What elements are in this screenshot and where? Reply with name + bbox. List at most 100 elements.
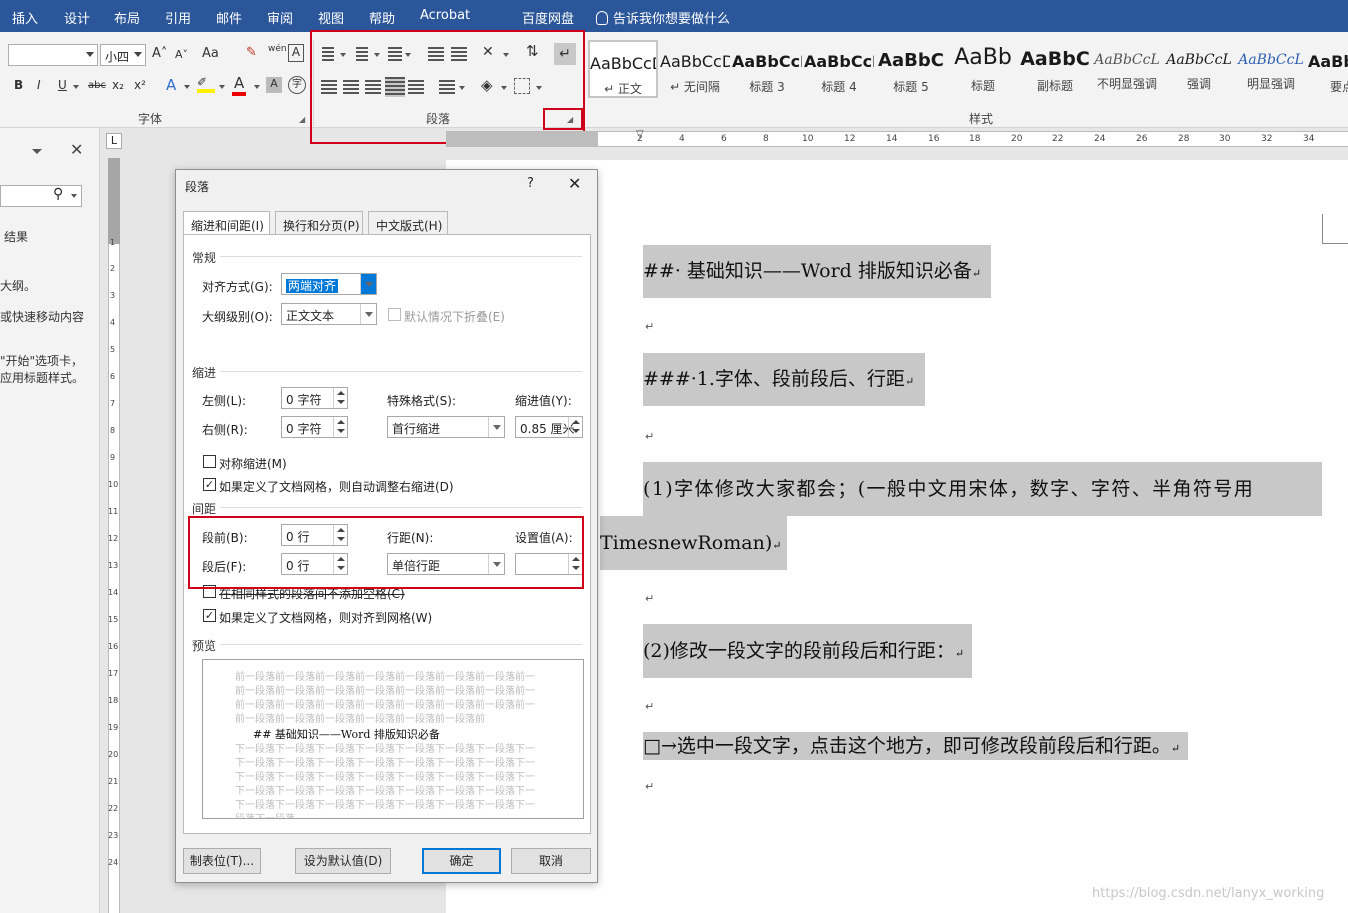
doc-paragraph-2[interactable]: (2)修改一段文字的段前段后和行距：↵ (643, 624, 973, 678)
style-subtitle[interactable]: AaBbC 副标题 (1020, 40, 1090, 98)
close-icon[interactable]: ✕ (70, 140, 83, 159)
menu-view[interactable]: 视图 (318, 8, 344, 27)
chevron-down-icon[interactable] (219, 85, 225, 89)
ruler-tick: 18 (969, 134, 981, 144)
collapse-checkbox[interactable] (388, 308, 401, 321)
alignment-select[interactable]: 两端对齐 (281, 273, 377, 295)
divider (220, 371, 582, 372)
tab-selector[interactable]: L (106, 133, 122, 149)
paragraph-mark: ↵ (645, 780, 655, 793)
nav-search-input[interactable]: ⚲ (0, 185, 82, 207)
style-no-spacing[interactable]: AaBbCcD ↵ 无间隔 (660, 40, 730, 98)
ruler-tick: 2 (637, 134, 643, 144)
style-heading-5[interactable]: AaBbC 标题 5 (876, 40, 946, 98)
ruler-tick: 18 (108, 696, 119, 705)
close-button[interactable]: ✕ (568, 174, 581, 193)
change-case-button[interactable]: Aa (202, 46, 219, 61)
ok-button[interactable]: 确定 (422, 848, 501, 874)
char-border-button[interactable]: A (288, 44, 304, 62)
chevron-down-icon[interactable] (32, 149, 42, 154)
margin-corner (1322, 214, 1348, 244)
ribbon: 小四 A˄ A˅ Aa ✎ wén A B I U abc x₂ x² A ✐ … (0, 32, 1348, 128)
font-name-combo[interactable] (8, 44, 98, 66)
mirror-indents-checkbox[interactable] (203, 455, 216, 468)
style-heading-3[interactable]: AaBbCcI 标题 3 (732, 40, 802, 98)
chevron-down-icon[interactable] (360, 274, 376, 294)
italic-button[interactable]: I (37, 78, 41, 92)
strikethrough-button[interactable]: abc (88, 80, 106, 91)
style-intense-emphasis[interactable]: AaBbCcL 明显强调 (1236, 40, 1306, 98)
menu-help[interactable]: 帮助 (369, 8, 395, 27)
doc-paragraph-3[interactable]: □→选中一段文字，点击这个地方，即可修改段前段后和行距。↵ (643, 732, 1189, 760)
doc-paragraph-1-line-2[interactable]: TimesnewRoman)↵ (600, 516, 788, 570)
indent-by-input[interactable]: 0.85 厘米 (515, 416, 583, 438)
search-icon[interactable]: ⚲ (53, 186, 63, 202)
left-indent-input[interactable]: 0 字符 (281, 387, 348, 409)
outline-level-select[interactable]: 正文文本 (281, 303, 377, 325)
enclose-char-button[interactable]: 字 (288, 76, 306, 94)
grow-font-button[interactable]: A˄ (152, 46, 167, 61)
auto-adjust-indent-label: 如果定义了文档网格，则自动调整右缩进(D) (219, 480, 454, 494)
tab-asian-typography[interactable]: 中文版式(H) (368, 211, 448, 235)
shrink-font-button[interactable]: A˅ (175, 48, 188, 61)
bold-button[interactable]: B (14, 78, 23, 92)
auto-adjust-indent-checkbox[interactable]: ✓ (203, 478, 216, 491)
tabs-button[interactable]: 制表位(T)... (183, 848, 261, 874)
doc-paragraph-1-line-1[interactable]: (1)字体修改大家都会；(一般中文用宋体，数字、字符、半角符号用 (643, 462, 1322, 516)
menu-acrobat[interactable]: Acrobat (420, 8, 470, 23)
nav-results-label[interactable]: 结果 (4, 228, 28, 245)
spinner-icon[interactable] (333, 388, 347, 408)
menu-insert[interactable]: 插入 (12, 8, 38, 27)
tab-line-page-breaks[interactable]: 换行和分页(P) (275, 211, 363, 235)
subscript-button[interactable]: x₂ (112, 78, 124, 92)
style-heading-4[interactable]: AaBbCcD 标题 4 (804, 40, 874, 98)
char-shading-icon[interactable]: A (266, 77, 282, 93)
phonetic-guide-button[interactable]: wén (268, 44, 287, 54)
tab-indents-spacing[interactable]: 缩进和间距(I) (183, 211, 270, 236)
ruler-tick: 21 (108, 777, 119, 786)
ruler-tick: 4 (110, 318, 116, 327)
doc-heading-3[interactable]: ###·1.字体、段前段后、行距↵ (643, 353, 925, 406)
font-color-button[interactable]: A (232, 74, 247, 96)
style-emphasis[interactable]: AaBbCcL 强调 (1164, 40, 1234, 98)
menu-references[interactable]: 引用 (165, 8, 191, 27)
highlight-icon[interactable]: ✐ (197, 75, 215, 93)
tell-me-box[interactable]: 告诉我你想要做什么 (596, 8, 730, 27)
text-effects-button[interactable]: A (166, 76, 176, 94)
menu-design[interactable]: 设计 (64, 8, 90, 27)
ruler-tick: 19 (108, 723, 119, 732)
font-dialog-launcher-icon[interactable]: ◢ (299, 115, 305, 124)
spinner-icon[interactable] (333, 417, 347, 437)
chevron-down-icon[interactable] (254, 85, 260, 89)
doc-heading-2[interactable]: ##· 基础知识——Word 排版知识必备↵ (643, 245, 992, 298)
chevron-down-icon[interactable] (360, 304, 376, 324)
special-indent-select[interactable]: 首行缩进 (387, 416, 505, 438)
underline-button[interactable]: U (58, 78, 67, 92)
chevron-down-icon[interactable] (184, 85, 190, 89)
style-strong[interactable]: AaBb 要点 (1308, 40, 1348, 98)
right-indent-input[interactable]: 0 字符 (281, 416, 348, 438)
clear-format-icon[interactable]: ✎ (246, 45, 257, 60)
chevron-down-icon[interactable] (73, 85, 79, 89)
nav-hint-line-4: 应用标题样式。 (0, 371, 85, 385)
menu-baidu-netdisk[interactable]: 百度网盘 (522, 8, 574, 27)
superscript-button[interactable]: x² (134, 78, 146, 92)
chevron-down-icon[interactable] (71, 194, 77, 198)
cancel-button[interactable]: 取消 (511, 848, 591, 874)
menu-mailings[interactable]: 邮件 (216, 8, 242, 27)
nav-hint-line-3: "开始"选项卡， (0, 354, 84, 368)
style-title[interactable]: AaBb 标题 (948, 40, 1018, 98)
divider (220, 256, 582, 257)
font-size-combo[interactable]: 小四 (100, 44, 146, 66)
help-button[interactable]: ? (527, 176, 534, 191)
style-subtle-emphasis[interactable]: AaBbCcL 不明显强调 (1092, 40, 1162, 98)
chevron-down-icon[interactable] (488, 417, 504, 437)
snap-to-grid-checkbox[interactable]: ✓ (203, 609, 216, 622)
ruler-tick: 17 (108, 669, 119, 678)
spinner-icon[interactable] (568, 417, 582, 437)
set-default-button[interactable]: 设为默认值(D) (295, 848, 391, 874)
style-normal[interactable]: AaBbCcD ↵ 正文 (588, 40, 658, 98)
right-indent-label: 右侧(R): (202, 423, 248, 437)
menu-layout[interactable]: 布局 (114, 8, 140, 27)
menu-review[interactable]: 审阅 (267, 8, 293, 27)
